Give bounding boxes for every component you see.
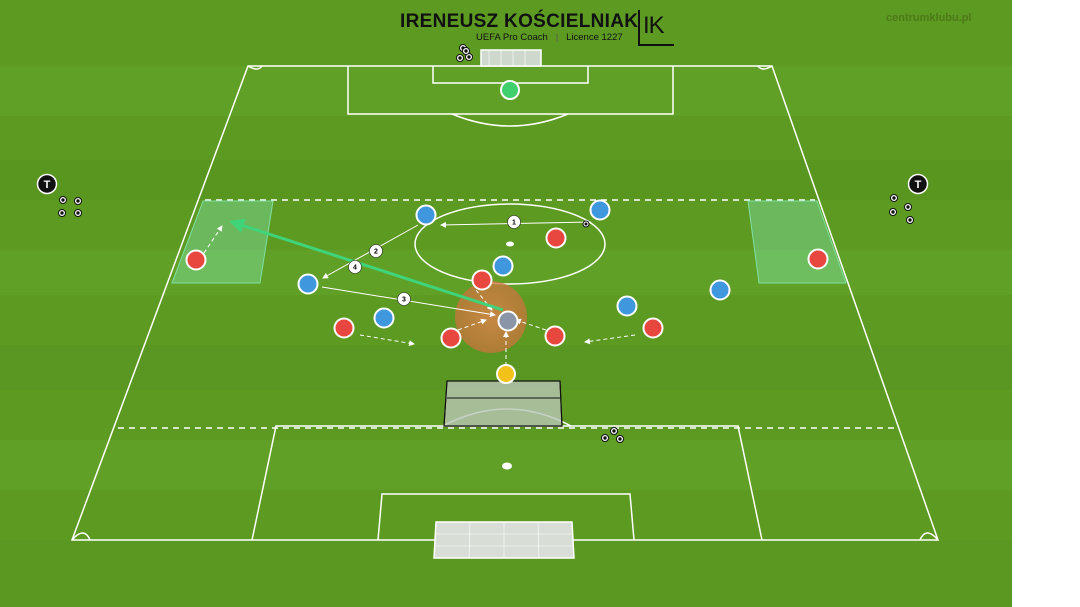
- bottom-goal: [433, 521, 575, 559]
- soccer-ball-icon: [456, 54, 464, 62]
- credential-text: UEFA Pro Coach: [476, 32, 548, 43]
- soccer-ball-icon: [74, 209, 82, 217]
- blue-player: [373, 307, 395, 329]
- soccer-ball-icon: [906, 216, 914, 224]
- coach-marker-right: T: [907, 173, 929, 195]
- coach-marker-left: T: [36, 173, 58, 195]
- svg-text:2: 2: [374, 249, 378, 256]
- red-player: [471, 269, 493, 291]
- soccer-ball-icon: [601, 434, 609, 442]
- pitch-diagram: 1 2 3 4 T T: [0, 0, 1012, 607]
- mini-goal: [443, 380, 563, 427]
- coach-credentials: UEFA Pro Coach | Licence 1227: [476, 32, 623, 43]
- center-player: [497, 310, 519, 332]
- soccer-ball-icon: [616, 435, 624, 443]
- red-player: [807, 248, 829, 270]
- pass-number-4: 4: [348, 260, 362, 274]
- svg-text:1: 1: [512, 220, 516, 227]
- soccer-ball-icon: [889, 208, 897, 216]
- red-player: [544, 325, 566, 347]
- svg-text:3: 3: [402, 297, 406, 304]
- coach-name: IRENEUSZ KOŚCIELNIAK: [400, 11, 639, 32]
- soccer-ball-icon: [58, 209, 66, 217]
- credential-separator: |: [555, 32, 559, 43]
- licence-text: Licence 1227: [566, 32, 623, 43]
- svg-text:T: T: [44, 179, 51, 191]
- website-watermark: centrumklubu.pl: [886, 12, 972, 24]
- pass-number-3: 3: [397, 292, 411, 306]
- pass-number-2: 2: [369, 244, 383, 258]
- svg-text:T: T: [915, 179, 922, 191]
- red-player: [642, 317, 664, 339]
- blue-player: [297, 273, 319, 295]
- pass-number-1: 1: [507, 215, 521, 229]
- blue-player: [589, 199, 611, 221]
- soccer-ball-icon: [890, 194, 898, 202]
- center-spot: [506, 241, 514, 247]
- soccer-ball-icon: [610, 427, 618, 435]
- blue-player: [415, 204, 437, 226]
- joker-player: [496, 364, 516, 384]
- soccer-ball-icon: [74, 197, 82, 205]
- blue-player: [492, 255, 514, 277]
- soccer-ball-icon: [462, 47, 470, 55]
- svg-text:4: 4: [353, 265, 357, 272]
- soccer-ball-icon: [59, 196, 67, 204]
- logo-monogram: IK: [643, 12, 665, 39]
- top-goal: [480, 49, 542, 67]
- blue-player: [616, 295, 638, 317]
- blue-player: [709, 279, 731, 301]
- soccer-ball-icon: [582, 220, 590, 228]
- soccer-ball-icon: [904, 203, 912, 211]
- red-player: [185, 249, 207, 271]
- red-player: [545, 227, 567, 249]
- red-player: [333, 317, 355, 339]
- goalkeeper-player: [500, 80, 520, 100]
- penalty-spot: [502, 462, 512, 470]
- red-player: [440, 327, 462, 349]
- tactics-board: 1 2 3 4 T T IRENEUSZ KOŚCIELNIAK UEFA Pr…: [0, 0, 1012, 607]
